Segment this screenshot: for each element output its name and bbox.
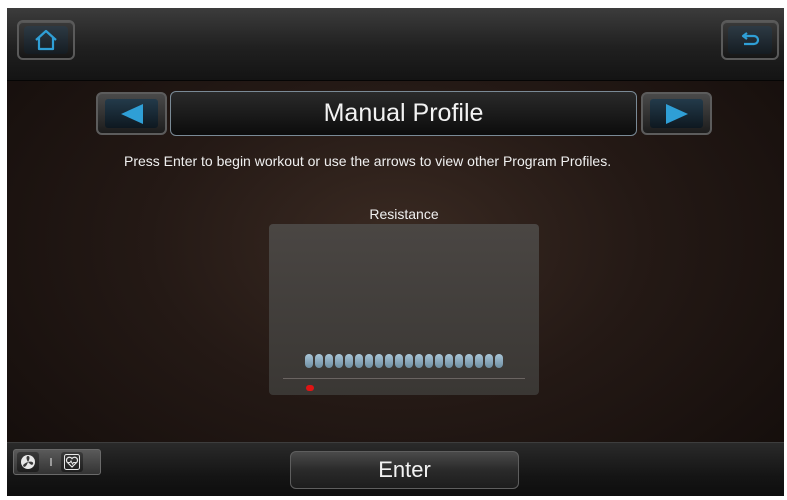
resistance-bar-3 [325,354,333,368]
instructions-text: Press Enter to begin workout or use the … [124,153,612,169]
previous-program-button[interactable] [96,92,167,135]
current-segment-marker [306,385,314,391]
resistance-bar-18 [475,354,483,368]
resistance-bar-13 [425,354,433,368]
resistance-bar-16 [455,354,463,368]
next-program-button[interactable] [641,92,712,135]
heart-rate-icon [64,454,80,470]
console-screen: Manual Profile Press Enter to begin work… [7,8,784,496]
bottom-bar: Enter [7,442,784,496]
resistance-bar-4 [335,354,343,368]
enter-button[interactable]: Enter [290,451,519,489]
resistance-bar-5 [345,354,353,368]
top-bar [7,8,784,81]
chart-bars [305,354,503,368]
resistance-bar-15 [445,354,453,368]
back-arrow-icon [741,32,760,46]
back-button[interactable] [721,20,779,60]
resistance-bar-11 [405,354,413,368]
fan-button[interactable] [17,452,39,472]
resistance-bar-10 [395,354,403,368]
home-button[interactable] [17,20,75,60]
program-title: Manual Profile [170,91,637,136]
home-icon [35,29,57,51]
resistance-bar-9 [385,354,393,368]
resistance-bar-7 [365,354,373,368]
triangle-right-icon [665,103,688,124]
resistance-bar-2 [315,354,323,368]
resistance-bar-17 [465,354,473,368]
resistance-bar-19 [485,354,493,368]
resistance-chart [269,224,539,395]
resistance-bar-8 [375,354,383,368]
program-selector: Manual Profile [7,91,784,137]
resistance-bar-6 [355,354,363,368]
fan-icon [21,455,35,469]
resistance-bar-12 [415,354,423,368]
heart-rate-button[interactable] [61,452,83,472]
chart-title: Resistance [369,206,439,222]
resistance-bar-14 [435,354,443,368]
chart-axis [283,378,525,379]
triangle-left-icon [120,103,143,124]
divider [50,458,52,466]
resistance-bar-20 [495,354,503,368]
resistance-bar-1 [305,354,313,368]
quick-controls [13,449,101,475]
